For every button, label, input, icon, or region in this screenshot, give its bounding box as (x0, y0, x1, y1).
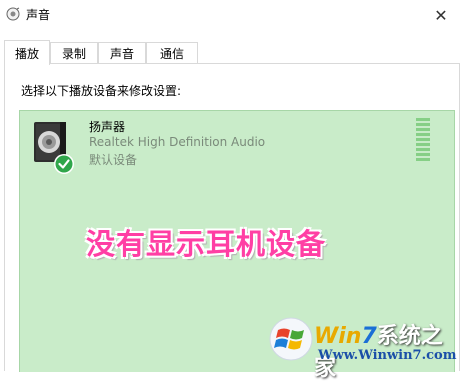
speaker-icon (34, 122, 74, 174)
volume-level-meter (416, 118, 430, 163)
windows-logo-icon (269, 317, 313, 361)
tab-playback[interactable]: 播放 (4, 40, 50, 65)
site-watermark: Win7系统之家 Www.Winwin7.com (268, 312, 464, 381)
tab-strip: 播放 录制 声音 通信 (4, 40, 460, 65)
window-title: 声音 (26, 8, 51, 22)
tab-label: 声音 (109, 47, 134, 61)
tab-label: 播放 (14, 46, 39, 61)
instruction-text: 选择以下播放设备来修改设置: (21, 84, 182, 98)
tab-label: 录制 (61, 47, 86, 61)
sound-app-icon (6, 7, 20, 21)
tab-label: 通信 (159, 47, 184, 61)
annotation-overlay-text: 没有显示耳机设备 (86, 227, 327, 261)
watermark-url: Www.Winwin7.com (318, 348, 457, 363)
close-button[interactable]: ✕ (418, 0, 464, 30)
tab-communications[interactable]: 通信 (146, 42, 198, 64)
device-driver: Realtek High Definition Audio (89, 135, 266, 149)
close-icon: ✕ (434, 5, 448, 25)
default-check-icon (55, 155, 73, 173)
tab-recording[interactable]: 录制 (50, 42, 98, 64)
device-status: 默认设备 (89, 153, 138, 167)
tab-sounds[interactable]: 声音 (98, 42, 146, 64)
device-name: 扬声器 (89, 120, 126, 134)
title-bar: 声音 ✕ (0, 0, 464, 30)
